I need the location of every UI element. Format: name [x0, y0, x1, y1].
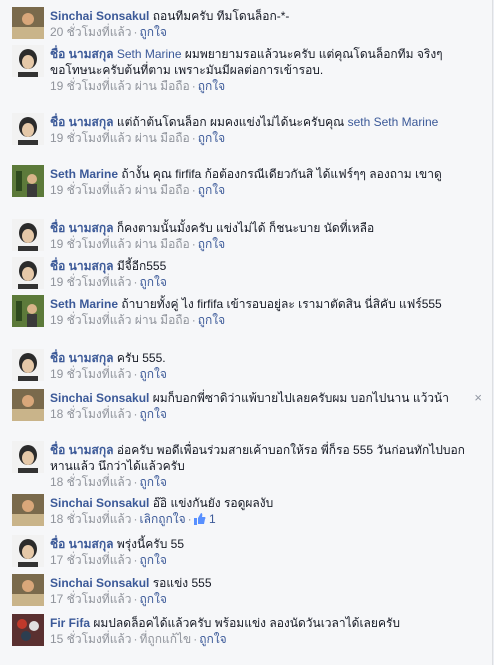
- avatar[interactable]: [12, 257, 44, 289]
- comment-text: รอแข่ง 555: [152, 576, 212, 590]
- comment-time[interactable]: 19 ชั่วโมงที่แล้ว: [50, 183, 132, 197]
- comment-author[interactable]: Sinchai Sonsakul: [50, 9, 149, 23]
- close-icon[interactable]: ×: [474, 390, 482, 405]
- comment-author[interactable]: ชื่อ นามสกุล: [50, 351, 113, 365]
- like-link[interactable]: ถูกใจ: [140, 367, 167, 381]
- comment-author[interactable]: ชื่อ นามสกุล: [50, 47, 113, 61]
- comment-text: ผมปลดล็อคได้แล้วครับ พร้อมแข่ง ลองนัดวัน…: [93, 616, 401, 630]
- via-label: ผ่าน มือถือ: [134, 313, 190, 327]
- comment-text: พรุ่งนี้ครับ 55: [116, 537, 185, 551]
- comment-author[interactable]: Fir Fifa: [50, 616, 90, 630]
- comment-text: ถ้าบายทั้งคู่ ไง firfifa เข้ารอบอยู่ละ เ…: [121, 297, 442, 311]
- comment-time[interactable]: 19 ชั่วโมงที่แล้ว: [50, 367, 132, 381]
- via-label: ผ่าน มือถือ: [134, 79, 190, 93]
- avatar[interactable]: [12, 614, 44, 646]
- via-label: ผ่าน มือถือ: [134, 131, 190, 145]
- avatar[interactable]: [12, 494, 44, 526]
- like-link[interactable]: ถูกใจ: [140, 275, 167, 289]
- like-link[interactable]: ถูกใจ: [140, 475, 167, 489]
- comment-author[interactable]: ชื่อ นามสกุล: [50, 115, 113, 129]
- comment-author[interactable]: Sinchai Sonsakul: [50, 391, 149, 405]
- like-link[interactable]: ถูกใจ: [198, 313, 225, 327]
- comment-text: ถอนทีมครับ ทีมโดนล็อก-*-: [152, 9, 290, 23]
- edited-label[interactable]: ที่ถูกแก้ไข: [140, 632, 192, 646]
- comment-text: มีจี้อีก555: [116, 259, 167, 273]
- comment-time[interactable]: 15 ชั่วโมงที่แล้ว: [50, 632, 132, 646]
- like-link[interactable]: ถูกใจ: [198, 183, 225, 197]
- comment-text: ก็คงตามนั้นมั้งครับ แข่งไม่ได้ ก็ชนะบาย …: [116, 221, 375, 235]
- comment-time[interactable]: 20 ชั่วโมงที่แล้ว: [50, 25, 132, 39]
- comment-author[interactable]: Seth Marine: [50, 297, 118, 311]
- like-link[interactable]: ถูกใจ: [140, 553, 167, 567]
- like-count[interactable]: 1: [209, 512, 216, 526]
- comment-time[interactable]: 19 ชั่วโมงที่แล้ว: [50, 237, 132, 251]
- avatar[interactable]: [12, 219, 44, 251]
- comment-text: ผมพยายามรอแล้วนะครับ แต่คุณโดนล็อกทีม จร…: [184, 47, 443, 61]
- comment-text: ผมก็บอกพี่ซาดิว่าแพ้บายไปเลยครับผม บอกไป…: [152, 391, 449, 405]
- avatar[interactable]: [12, 389, 44, 421]
- like-link[interactable]: ถูกใจ: [140, 592, 167, 606]
- avatar[interactable]: [12, 441, 44, 473]
- comment-time[interactable]: 19 ชั่วโมงที่แล้ว: [50, 131, 132, 145]
- comment-text: แต่ถ้าต้นโดนล็อก ผมคงแข่งไม่ได้นะครับคุณ: [116, 115, 345, 129]
- mention-link[interactable]: Seth Marine: [117, 47, 182, 61]
- comment-time[interactable]: 17 ชั่วโมงที่แล้ว: [50, 553, 132, 567]
- comment-time[interactable]: 17 ชั่วโมงที่แล้ว: [50, 592, 132, 606]
- comment-text-line2: ขอโทษนะครับต้นที่ตาม เพราะมันมีผลต่อการเ…: [50, 63, 324, 77]
- comment-time[interactable]: 19 ชั่วโมงที่แล้ว: [50, 79, 132, 93]
- like-link[interactable]: ถูกใจ: [198, 131, 225, 145]
- comment-text: ถ้างั้น คุณ firfifa ก้อต้องกรณีเดียวกันส…: [121, 167, 442, 181]
- comment-time[interactable]: 19 ชั่วโมงที่แล้ว: [50, 313, 132, 327]
- comment-author[interactable]: Sinchai Sonsakul: [50, 576, 149, 590]
- avatar[interactable]: [12, 574, 44, 606]
- comment-text: ครับ 555.: [116, 351, 166, 365]
- comments-panel: Sinchai Sonsakul ถอนทีมครับ ทีมโดนล็อก-*…: [0, 0, 493, 665]
- unlike-link[interactable]: เลิกถูกใจ: [140, 512, 186, 526]
- comment-author[interactable]: Sinchai Sonsakul: [50, 496, 149, 510]
- via-label: ผ่าน มือถือ: [134, 237, 190, 251]
- like-link[interactable]: ถูกใจ: [140, 25, 167, 39]
- like-link[interactable]: ถูกใจ: [199, 632, 226, 646]
- comment-time[interactable]: 19 ชั่วโมงที่แล้ว: [50, 275, 132, 289]
- avatar[interactable]: [12, 349, 44, 381]
- avatar[interactable]: [12, 165, 44, 197]
- comment-author[interactable]: ชื่อ นามสกุล: [50, 259, 113, 273]
- comment-author[interactable]: Seth Marine: [50, 167, 118, 181]
- comment-author[interactable]: ชื่อ นามสกุล: [50, 221, 113, 235]
- comment-text: อ๊อิ แข่งกันยัง รอดูผลงับ: [152, 496, 274, 510]
- avatar[interactable]: [12, 7, 44, 39]
- avatar[interactable]: [12, 45, 44, 77]
- like-link[interactable]: ถูกใจ: [140, 407, 167, 421]
- mention-link[interactable]: seth Seth Marine: [348, 115, 439, 129]
- comment-time[interactable]: 18 ชั่วโมงที่แล้ว: [50, 475, 132, 489]
- via-label: ผ่าน มือถือ: [134, 183, 190, 197]
- thumbs-up-icon[interactable]: [193, 513, 206, 525]
- comment-author[interactable]: ชื่อ นามสกุล: [50, 537, 113, 551]
- comment-author[interactable]: ชื่อ นามสกุล: [50, 443, 113, 457]
- like-link[interactable]: ถูกใจ: [198, 79, 225, 93]
- like-link[interactable]: ถูกใจ: [198, 237, 225, 251]
- comment-time[interactable]: 18 ชั่วโมงที่แล้ว: [50, 512, 132, 526]
- avatar[interactable]: [12, 535, 44, 567]
- comment-time[interactable]: 18 ชั่วโมงที่แล้ว: [50, 407, 132, 421]
- avatar[interactable]: [12, 295, 44, 327]
- comment-text: อ่อครับ พอดีเพื่อนร่วมสายเค้าบอกให้รอ พี…: [50, 443, 465, 473]
- avatar[interactable]: [12, 113, 44, 145]
